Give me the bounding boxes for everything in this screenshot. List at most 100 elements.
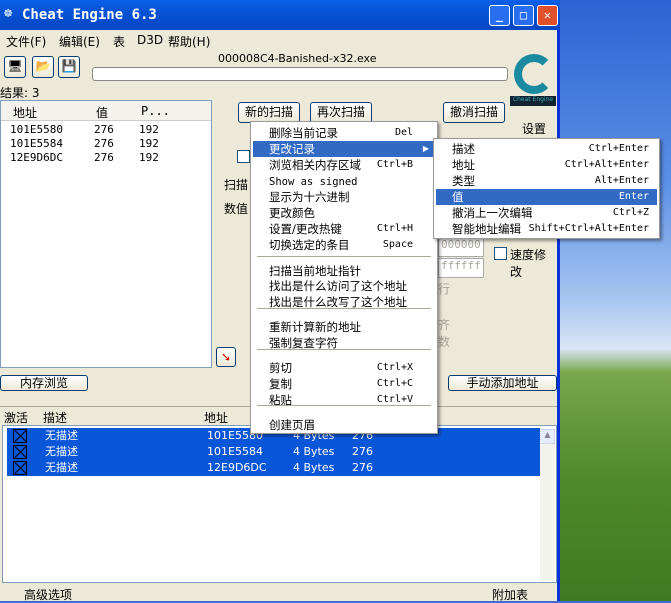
- menu-separator: [257, 256, 431, 257]
- menu-item-label: 智能地址编辑: [452, 222, 521, 236]
- address-list[interactable]: ▲ 无描述 101E5580 4 Bytes 276 无描述 101E5584 4 Byt…: [2, 425, 557, 583]
- new-scan-button[interactable]: 新的扫描: [238, 102, 300, 123]
- menu-d3d[interactable]: D3D: [137, 33, 163, 47]
- column-previous[interactable]: P...: [141, 104, 170, 118]
- submenu-item[interactable]: 类型 Alt+Enter: [436, 173, 657, 189]
- stop-address-field[interactable]: ffffff: [438, 258, 484, 278]
- progress-bar: [92, 67, 508, 81]
- menu-separator: [257, 349, 431, 350]
- settings-label[interactable]: 设置: [522, 120, 546, 137]
- column-active[interactable]: 激活: [4, 409, 28, 426]
- menu-table[interactable]: 表: [113, 33, 125, 50]
- menu-item-label: 强制复查字符: [269, 336, 338, 350]
- memory-view-button[interactable]: 内存浏览: [0, 375, 88, 391]
- context-menu: 删除当前记录 Del 更改记录 ▶ 浏览相关内存区域 Ctrl+B Show as sign…: [250, 121, 438, 434]
- menu-item-label: 剪切: [269, 361, 292, 375]
- open-file-button[interactable]: 📂: [32, 56, 54, 78]
- column-value[interactable]: 值: [96, 104, 108, 121]
- menu-item-shortcut: Ctrl+Alt+Enter: [564, 159, 649, 170]
- menu-item-label: 重新计算新的地址: [269, 320, 361, 334]
- menu-file[interactable]: 文件(F): [6, 33, 46, 50]
- menu-item-label: 删除当前记录: [269, 126, 338, 140]
- address-row[interactable]: 无描述 101E5584 4 Bytes 276: [7, 444, 540, 460]
- menu-item-label: 地址: [452, 158, 475, 172]
- menu-item-shortcut: Alt+Enter: [594, 175, 649, 186]
- submenu-item[interactable]: 智能地址编辑 Shift+Ctrl+Alt+Enter: [436, 221, 657, 237]
- column-address[interactable]: 地址: [204, 409, 228, 426]
- maximize-button[interactable]: □: [513, 5, 534, 26]
- menu-separator: [257, 308, 431, 309]
- column-description[interactable]: 描述: [43, 409, 67, 426]
- menu-bar: 文件(F) 编辑(E) 表 D3D 帮助(H): [0, 30, 557, 50]
- menu-help[interactable]: 帮助(H): [168, 33, 210, 50]
- menu-item-shortcut: Ctrl+C: [376, 378, 413, 389]
- menu-item-label: 更改颜色: [269, 206, 315, 220]
- submenu-item[interactable]: 地址 Ctrl+Alt+Enter: [436, 157, 657, 173]
- context-menu-item[interactable]: Show as signed: [253, 173, 435, 189]
- logo-text: Cheat Engine: [510, 96, 556, 106]
- menu-item-label: 撤消上一次编辑: [452, 206, 533, 220]
- scan-results-list[interactable]: 地址 值 P... 101E5580 276 192 101E5584 276 192 …: [0, 100, 212, 368]
- active-checkbox[interactable]: [13, 445, 27, 459]
- results-count: 结果: 3: [0, 86, 40, 100]
- undo-scan-button[interactable]: 撤消扫描: [443, 102, 505, 123]
- active-checkbox[interactable]: [13, 429, 27, 443]
- menu-item-label: 值: [452, 190, 464, 204]
- floppy-icon: 💾: [61, 59, 77, 73]
- desktop-wallpaper: [558, 0, 671, 601]
- minimize-button[interactable]: _: [489, 5, 510, 26]
- context-menu-item[interactable]: 浏览相关内存区域 Ctrl+B: [253, 157, 435, 173]
- next-scan-button[interactable]: 再次扫描: [310, 102, 372, 123]
- context-menu-item[interactable]: 切换选定的条目 Space: [253, 237, 435, 253]
- submenu-item[interactable]: 值 Enter: [436, 189, 657, 205]
- submenu-item[interactable]: 撤消上一次编辑 Ctrl+Z: [436, 205, 657, 221]
- menu-item-shortcut: Ctrl+H: [376, 223, 413, 234]
- context-menu-item[interactable]: 更改颜色: [253, 205, 435, 221]
- context-menu-item[interactable]: 删除当前记录 Del: [253, 125, 435, 141]
- context-menu-item[interactable]: 扫描当前地址指针: [253, 263, 435, 279]
- results-header: 地址 值 P...: [1, 101, 211, 121]
- context-menu-item[interactable]: 剪切 Ctrl+X: [253, 360, 435, 376]
- menu-item-label: Show as signed: [269, 176, 358, 188]
- scrollbar[interactable]: ▲: [540, 429, 555, 581]
- menu-item-label: 找出是什么改写了这个地址: [269, 295, 407, 309]
- executable-label: 行: [438, 282, 451, 296]
- menu-item-shortcut: Ctrl+X: [376, 362, 413, 373]
- scroll-up-icon: ▲: [540, 429, 555, 444]
- start-address-field[interactable]: 000000: [438, 237, 484, 257]
- alignment-label: 齐: [438, 318, 451, 332]
- column-address[interactable]: 地址: [13, 104, 37, 121]
- advanced-options[interactable]: 高级选项: [24, 586, 72, 603]
- context-menu-item[interactable]: 复制 Ctrl+C: [253, 376, 435, 392]
- add-address-manually-button[interactable]: 手动添加地址: [448, 375, 557, 391]
- menu-item-shortcut: Del: [394, 127, 413, 138]
- context-menu-item[interactable]: 重新计算新的地址: [253, 319, 435, 335]
- open-process-button[interactable]: 🖥: [4, 56, 26, 78]
- cheat-engine-logo[interactable]: Cheat Engine: [510, 54, 556, 114]
- context-menu-item[interactable]: 找出是什么访问了这个地址: [253, 278, 435, 294]
- computer-icon: 🖥: [7, 59, 23, 73]
- context-menu-item[interactable]: 更改记录 ▶: [253, 141, 435, 157]
- menu-item-label: 描述: [452, 142, 475, 156]
- menu-edit[interactable]: 编辑(E): [59, 33, 100, 50]
- scan-type-label: 扫描: [224, 178, 249, 192]
- menu-item-shortcut: Enter: [618, 191, 649, 202]
- folder-icon: 📂: [35, 59, 51, 73]
- add-to-list-button[interactable]: ➘: [216, 347, 236, 367]
- value-type-label: 数值: [224, 202, 249, 216]
- speedhack-label[interactable]: 速度修改: [510, 246, 557, 280]
- close-button[interactable]: ✕: [537, 5, 558, 26]
- menu-item-label: 浏览相关内存区域: [269, 158, 361, 172]
- address-row[interactable]: 无描述 12E9D6DC 4 Bytes 276: [7, 460, 540, 476]
- submenu-item[interactable]: 描述 Ctrl+Enter: [436, 141, 657, 157]
- save-button[interactable]: 💾: [58, 56, 80, 78]
- hex-checkbox[interactable]: [237, 150, 250, 163]
- context-menu-item[interactable]: 设置/更改热键 Ctrl+H: [253, 221, 435, 237]
- menu-separator: [257, 405, 431, 406]
- table-extras[interactable]: 附加表: [492, 586, 528, 603]
- menu-item-shortcut: Ctrl+B: [376, 159, 413, 170]
- active-checkbox[interactable]: [13, 461, 27, 475]
- speedhack-checkbox[interactable]: [494, 247, 507, 260]
- context-menu-item[interactable]: 显示为十六进制: [253, 189, 435, 205]
- context-menu-item[interactable]: 创建页眉: [253, 417, 435, 433]
